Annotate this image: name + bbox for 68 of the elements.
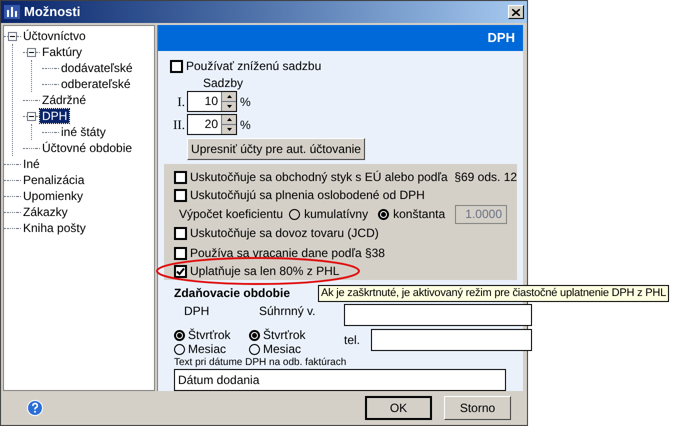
radio-label: Štvrťrok [263,327,306,344]
collapse-toggle-icon[interactable] [8,32,17,40]
spin-down-icon[interactable] [226,105,232,108]
checkbox[interactable] [174,226,187,240]
spin-up-icon[interactable] [226,95,232,98]
checkbox-label: Uplatňuje sa len 80% z PHL [190,263,340,280]
checkbox[interactable] [174,264,187,278]
phone-field[interactable] [371,329,532,351]
dialog-button[interactable]: OK [365,396,432,420]
tree-item[interactable]: Faktúry [40,45,84,59]
radio-label: Štvrťrok [188,327,231,344]
close-button[interactable] [508,5,524,19]
period-group-label: Súhrnný v. [259,303,316,320]
percent-unit: % [240,94,251,110]
collapse-toggle-icon[interactable] [27,48,36,56]
tree-item[interactable]: Zádržné [40,93,88,107]
radio-button[interactable] [174,330,185,340]
collapse-toggle-icon[interactable] [27,112,36,120]
checkbox[interactable] [174,188,187,202]
date-text-label: Text pri dátume DPH na odb. faktúrach [174,357,348,369]
coefficient-label: Výpočet koeficientu [179,206,284,223]
input-field[interactable] [344,304,532,326]
checkbox[interactable] [170,60,183,72]
dialog-button[interactable]: Storno [444,396,511,420]
checkbox-label: Uskutočňuje sa obchodný styk s EÚ alebo podľa §69 ods. 12 [190,169,518,186]
checkbox[interactable] [174,246,187,260]
close-icon [512,8,520,16]
tree-item[interactable]: Účtovné obdobie [40,141,134,155]
radio-button[interactable] [249,330,260,340]
accounts-button[interactable]: Upresniť účty pre aut. účtovanie [187,138,365,160]
tree-item[interactable]: Kniha pošty [21,221,88,235]
period-group-label: DPH [184,303,210,320]
tooltip: Ak je zaškrtnuté, je aktivovaný režim pre čiastočné uplatnenie DPH z PHL [318,285,670,302]
radio-label: Mesiac [263,341,302,358]
rate-prefix: II. [172,116,186,134]
rate-prefix: I. [176,92,186,111]
period-title: Zdaňovacie obdobie [174,286,292,300]
spin-down-icon[interactable] [226,128,232,131]
tree-item[interactable]: dodávateľské [59,61,135,75]
help-icon [27,400,43,416]
rates-label: Sadzby [203,76,244,90]
window-title: Možnosti [24,3,80,22]
date-text-field[interactable]: Dátum dodania [174,369,506,391]
tree-item[interactable]: Penalizácia [21,173,86,187]
checkbox-label: Používať zníženú sadzbu [186,58,322,75]
tree-item[interactable]: Zákazky [21,205,70,219]
section-header: DPH [158,25,523,51]
tree-item[interactable]: Iné [21,157,42,171]
bar-chart-icon [4,5,20,19]
rate-spinner[interactable]: 20 [187,114,237,135]
tree-item[interactable]: Upomienky [21,189,86,203]
tree-item[interactable]: iné štáty [59,125,108,139]
phone-label: tel. [344,332,362,349]
checkbox-label: Uskutočňujú sa plnenia oslobodené od DPH [190,187,425,204]
checkbox-label: Uskutočňuje sa dovoz tovaru (JCD) [190,225,379,242]
tree-item[interactable]: odberateľské [59,77,133,91]
checkbox-label: Používa sa vracanie dane podľa §38 [190,245,385,262]
radio-label: Mesiac [188,341,226,358]
spin-up-icon[interactable] [226,118,232,121]
tree-item[interactable]: DPH [40,109,70,123]
radio-button[interactable] [174,344,185,354]
radio-label: kumulatívny [304,206,368,223]
tree-item[interactable]: Účtovníctvo [21,29,88,43]
radio-button[interactable] [249,344,260,354]
checkbox[interactable] [174,170,187,184]
percent-unit: % [240,116,251,134]
rate-spinner[interactable]: 10 [187,91,237,112]
radio-label: konštanta [393,206,446,223]
